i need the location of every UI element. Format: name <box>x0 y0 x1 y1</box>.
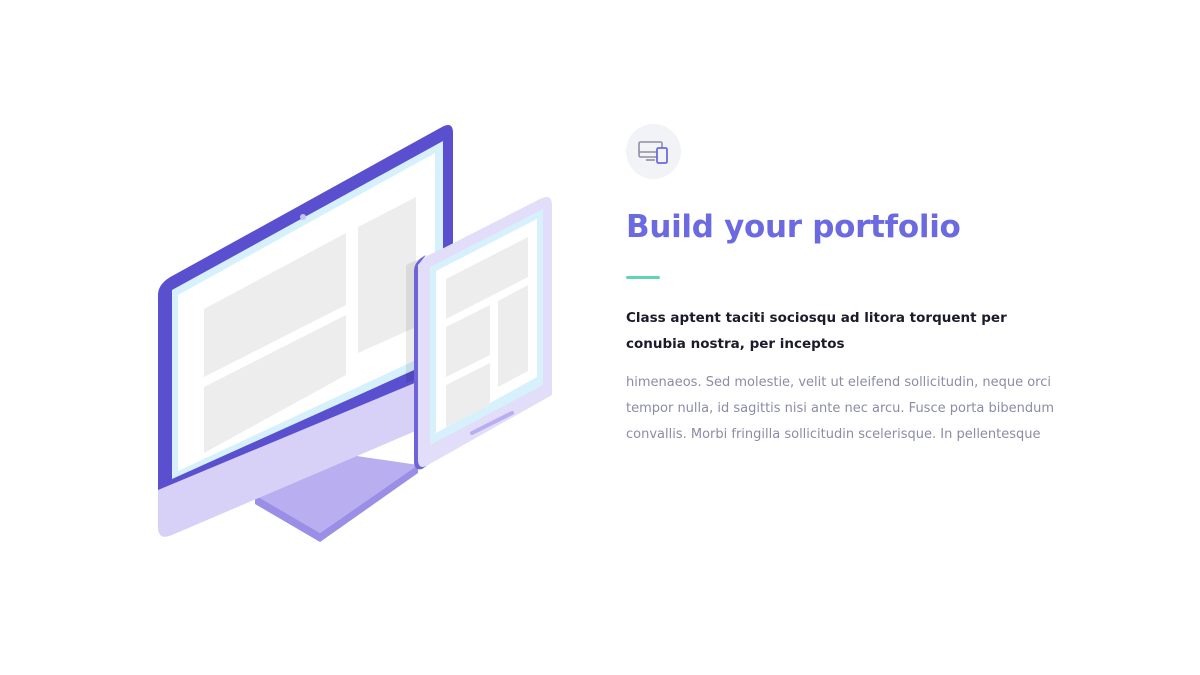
feature-title: Build your portfolio <box>626 209 961 245</box>
monitor-and-tablet-illustration <box>158 125 552 542</box>
accent-divider <box>626 276 660 279</box>
feature-icon-badge <box>626 124 681 179</box>
monitor-camera <box>300 214 306 220</box>
devices-illustration <box>150 115 570 555</box>
feature-lead-text: Class aptent taciti sociosqu ad litora t… <box>626 310 1007 352</box>
tablet-panel-right <box>498 285 528 387</box>
feature-body-text: himenaeos. Sed molestie, velit ut eleife… <box>626 375 1054 442</box>
devices-icon <box>637 140 668 164</box>
